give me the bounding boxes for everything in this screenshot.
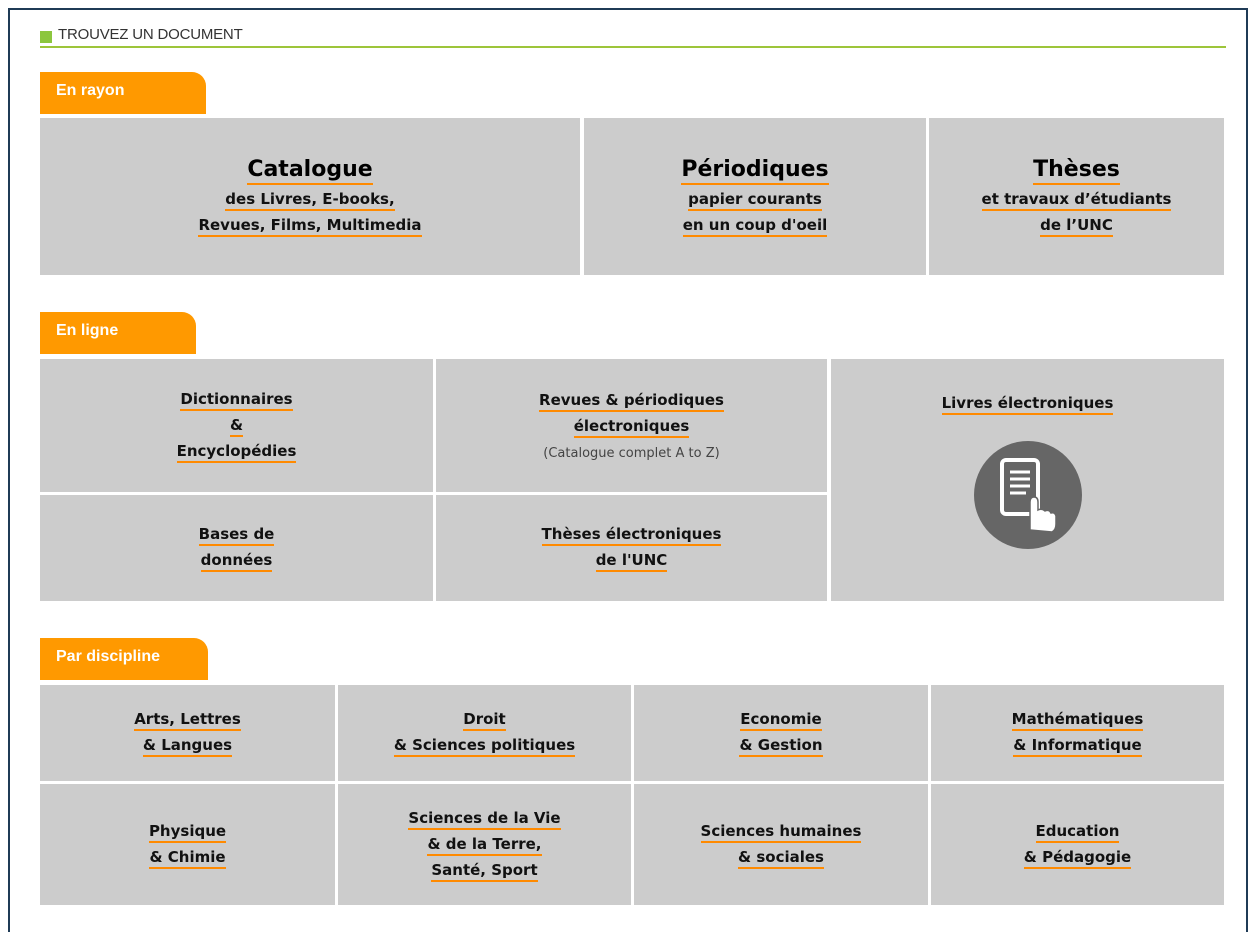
tile-discipline[interactable]: Physique & Chimie (40, 784, 335, 905)
section-marker (40, 31, 52, 43)
ebook-touch-icon[interactable] (973, 441, 1082, 549)
discipline-line2: & Sciences politiques (393, 735, 576, 757)
discipline-line2: & sociales (738, 847, 824, 869)
discipline-line2: & Informatique (1013, 735, 1142, 757)
discipline-link[interactable]: Education & Pédagogie (1023, 821, 1132, 869)
periodiques-line1: papier courants (688, 189, 822, 211)
discipline-line1: Mathématiques (1011, 709, 1144, 731)
periodiques-line2: en un coup d'oeil (682, 215, 828, 237)
discipline-line1: Physique (148, 821, 227, 843)
catalogue-line1: des Livres, E-books, (225, 189, 395, 211)
tile-discipline[interactable]: Education & Pédagogie (931, 784, 1224, 905)
discipline-link[interactable]: Droit & Sciences politiques (393, 709, 576, 757)
tile-dictionnaires[interactable]: Dictionnaires & Encyclopédies (40, 359, 433, 492)
section-header: TROUVEZ UN DOCUMENT (40, 26, 1226, 48)
discipline-line2: & Gestion (739, 735, 823, 757)
tile-discipline[interactable]: Droit & Sciences politiques (338, 685, 631, 781)
theses-line2: de l’UNC (1040, 215, 1113, 237)
discipline-line3: Santé, Sport (431, 860, 538, 882)
discipline-line1: Sciences humaines (700, 821, 862, 843)
discipline-line2: & Chimie (149, 847, 226, 869)
discipline-line1: Education (1035, 821, 1120, 843)
theses-title: Thèses (1033, 157, 1120, 185)
tile-theses[interactable]: Thèses et travaux d’étudiants de l’UNC (929, 118, 1224, 275)
discipline-link[interactable]: Economie & Gestion (739, 709, 823, 757)
discipline-line2: & de la Terre, (427, 834, 542, 856)
revues-link[interactable]: Revues & périodiques électroniques (539, 390, 724, 438)
theses-elec-line2: de l'UNC (595, 550, 668, 572)
tile-theses-electroniques[interactable]: Thèses électroniques de l'UNC (436, 495, 827, 601)
periodiques-link[interactable]: Périodiques papier courants en un coup d… (681, 157, 829, 237)
discipline-line1: Economie (740, 709, 822, 731)
tile-discipline[interactable]: Mathématiques & Informatique (931, 685, 1224, 781)
livres-link[interactable]: Livres électroniques (941, 393, 1114, 415)
discipline-line1: Sciences de la Vie (408, 808, 561, 830)
tile-discipline[interactable]: Sciences de la Vie & de la Terre, Santé,… (338, 784, 631, 905)
catalogue-title: Catalogue (247, 157, 373, 185)
theses-elec-line1: Thèses électroniques (541, 524, 722, 546)
periodiques-title: Périodiques (681, 157, 829, 185)
tab-par-discipline: Par discipline (40, 638, 208, 680)
theses-link[interactable]: Thèses et travaux d’étudiants de l’UNC (981, 157, 1172, 237)
tile-revues-electroniques[interactable]: Revues & périodiques électroniques (Cata… (436, 359, 827, 492)
dictionnaires-link[interactable]: Dictionnaires & Encyclopédies (176, 389, 297, 463)
tile-discipline[interactable]: Economie & Gestion (634, 685, 928, 781)
discipline-line2: & Langues (142, 735, 233, 757)
discipline-link[interactable]: Physique & Chimie (148, 821, 227, 869)
dictionnaires-line2: & (229, 415, 244, 437)
tile-catalogue[interactable]: Catalogue des Livres, E-books, Revues, F… (40, 118, 580, 275)
discipline-link[interactable]: Mathématiques & Informatique (1011, 709, 1144, 757)
bases-line1: Bases de (198, 524, 275, 546)
revues-note: (Catalogue complet A to Z) (543, 446, 720, 461)
dictionnaires-line3: Encyclopédies (176, 441, 297, 463)
bases-link[interactable]: Bases de données (198, 524, 275, 572)
livres-label: Livres électroniques (941, 393, 1114, 415)
page-title: TROUVEZ UN DOCUMENT (58, 26, 243, 43)
catalogue-line2: Revues, Films, Multimedia (198, 215, 422, 237)
tab-en-ligne: En ligne (40, 312, 196, 354)
discipline-link[interactable]: Arts, Lettres & Langues (134, 709, 241, 757)
theses-line1: et travaux d’étudiants (981, 189, 1172, 211)
tile-discipline[interactable]: Arts, Lettres & Langues (40, 685, 335, 781)
catalogue-link[interactable]: Catalogue des Livres, E-books, Revues, F… (198, 157, 422, 237)
revues-line2: électroniques (573, 416, 690, 438)
tab-en-rayon: En rayon (40, 72, 206, 114)
discipline-line2: & Pédagogie (1023, 847, 1132, 869)
tile-periodiques[interactable]: Périodiques papier courants en un coup d… (584, 118, 926, 275)
tile-bases-de-donnees[interactable]: Bases de données (40, 495, 433, 601)
discipline-line1: Droit (463, 709, 506, 731)
theses-elec-link[interactable]: Thèses électroniques de l'UNC (541, 524, 722, 572)
discipline-line1: Arts, Lettres (134, 709, 241, 731)
discipline-link[interactable]: Sciences humaines & sociales (700, 821, 862, 869)
bases-line2: données (200, 550, 273, 572)
dictionnaires-line1: Dictionnaires (180, 389, 293, 411)
discipline-link[interactable]: Sciences de la Vie & de la Terre, Santé,… (408, 808, 561, 882)
revues-line1: Revues & périodiques (539, 390, 724, 412)
tile-discipline[interactable]: Sciences humaines & sociales (634, 784, 928, 905)
tile-livres-electroniques[interactable]: Livres électroniques (831, 359, 1224, 601)
